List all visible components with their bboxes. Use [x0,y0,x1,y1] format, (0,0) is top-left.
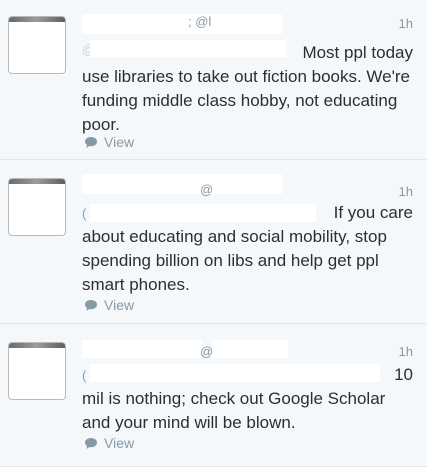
avatar[interactable] [8,16,66,74]
tweet-text-first-line: If you care [333,203,413,222]
tweet-text-rest: mil is nothing; check out Google Scholar… [82,389,386,432]
tweet-text: 10 mil is nothing; check out Google Scho… [82,363,417,435]
tweet-text: Most ppl today use libraries to take out… [82,41,417,137]
view-label: View [104,435,135,451]
tweet-item[interactable]: @ 1h ( If you care about educating and s… [0,160,427,324]
redacted-name [82,340,202,358]
tweet-handle[interactable]: ; @l [188,14,211,29]
tweet-item[interactable]: @l 1h ( 10 mil is nothing; check out Goo… [0,324,427,467]
view-conversation-button[interactable]: View [84,297,134,313]
tweet-handle[interactable]: @ [200,182,213,197]
avatar[interactable] [8,342,66,400]
speech-bubble-icon [85,136,97,148]
redacted-name [82,174,282,194]
speech-bubble-icon [85,437,97,449]
redacted-handle [212,340,288,358]
tweet-text: If you care about educating and social m… [82,201,417,297]
tweet-item[interactable]: ; @l 1h @ Most ppl today use libraries t… [0,0,427,160]
tweet-text-first-line: 10 [394,365,413,384]
tweet-time[interactable]: 1h [399,344,413,359]
tweet-text-rest: use libraries to take out fiction books.… [82,67,410,134]
view-label: View [104,297,135,313]
view-conversation-button[interactable]: View [84,435,134,451]
tweet-text-rest: about educating and social mobility, sto… [82,227,387,294]
tweet-time[interactable]: 1h [399,184,413,199]
avatar[interactable] [8,178,66,236]
view-conversation-button[interactable]: View [84,134,134,150]
view-label: View [104,134,135,150]
tweet-timeline: ; @l 1h @ Most ppl today use libraries t… [0,0,427,467]
tweet-text-first-line: Most ppl today [302,43,413,62]
speech-bubble-icon [85,299,97,311]
redacted-name [82,14,282,34]
tweet-time[interactable]: 1h [399,16,413,31]
